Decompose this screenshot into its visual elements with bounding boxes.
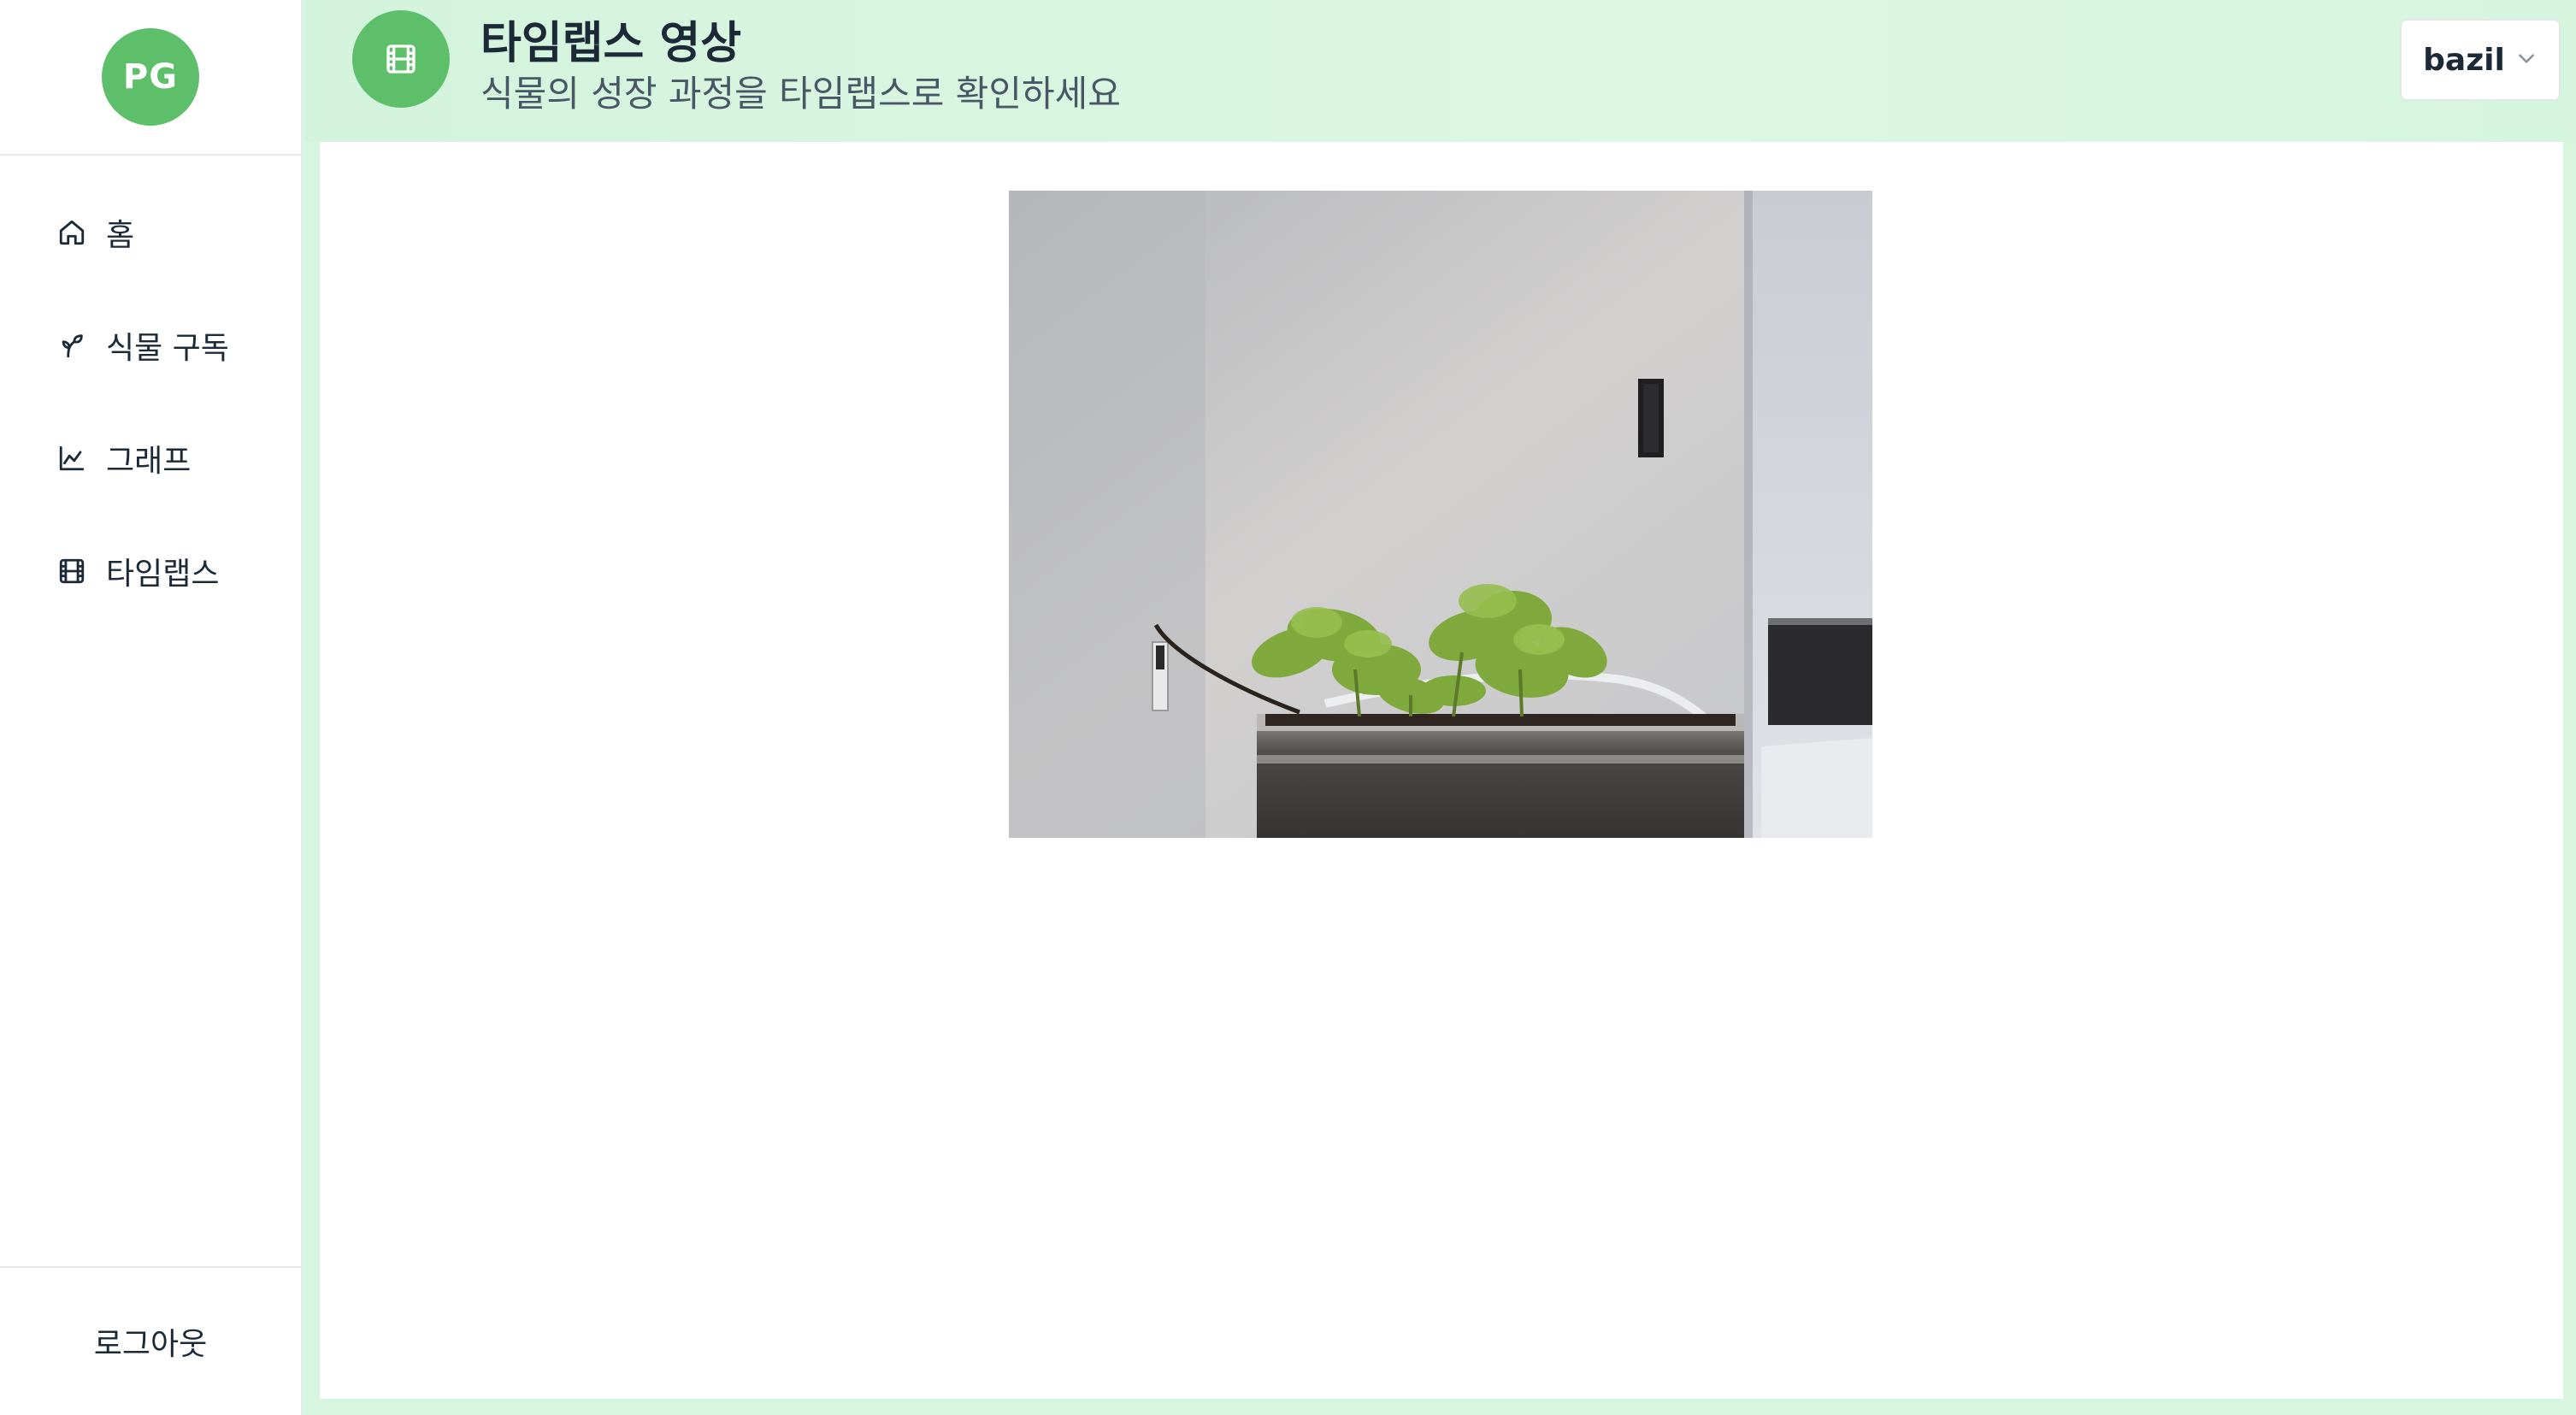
sidebar-item-graph[interactable]: 그래프	[0, 416, 301, 501]
avatar[interactable]: PG	[102, 28, 199, 126]
sidebar-item-subscription[interactable]: 식물 구독	[0, 303, 301, 388]
page-title: 타임랩스 영상	[480, 18, 742, 69]
sidebar-item-label: 타임랩스	[106, 557, 220, 592]
chevron-down-icon	[2515, 47, 2538, 73]
home-icon	[56, 217, 87, 248]
sidebar-footer: 로그아웃	[0, 1266, 301, 1415]
logout-button[interactable]: 로그아웃	[94, 1319, 207, 1364]
sidebar-item-home[interactable]: 홈	[0, 190, 301, 275]
sidebar: PG 홈 식물 구독 그래프 타임랩스 로그아웃	[0, 0, 303, 1415]
sidebar-item-label: 그래프	[106, 444, 192, 479]
plant-select-dropdown[interactable]: bazil	[2400, 19, 2561, 101]
page-header: 타임랩스 영상 식물의 성장 과정을 타임랩스로 확인하세요 bazil	[304, 0, 2576, 142]
page-subtitle: 식물의 성장 과정을 타임랩스로 확인하세요	[480, 73, 1121, 115]
sprout-icon	[56, 330, 87, 361]
sidebar-item-label: 식물 구독	[106, 331, 229, 366]
timelapse-frame-image	[1009, 191, 1872, 838]
sidebar-logo: PG	[0, 0, 301, 156]
main-content	[320, 142, 2563, 1399]
film-icon	[352, 10, 450, 108]
app: PG 홈 식물 구독 그래프 타임랩스 로그아웃 타임랩스 영상 식물의 성장 …	[0, 0, 2576, 1415]
film-icon	[56, 556, 87, 587]
timelapse-video[interactable]	[1009, 191, 1872, 838]
plant-select-value: bazil	[2423, 42, 2505, 78]
sidebar-item-label: 홈	[106, 218, 135, 253]
chart-icon	[56, 443, 87, 474]
sidebar-item-timelapse[interactable]: 타임랩스	[0, 528, 301, 614]
